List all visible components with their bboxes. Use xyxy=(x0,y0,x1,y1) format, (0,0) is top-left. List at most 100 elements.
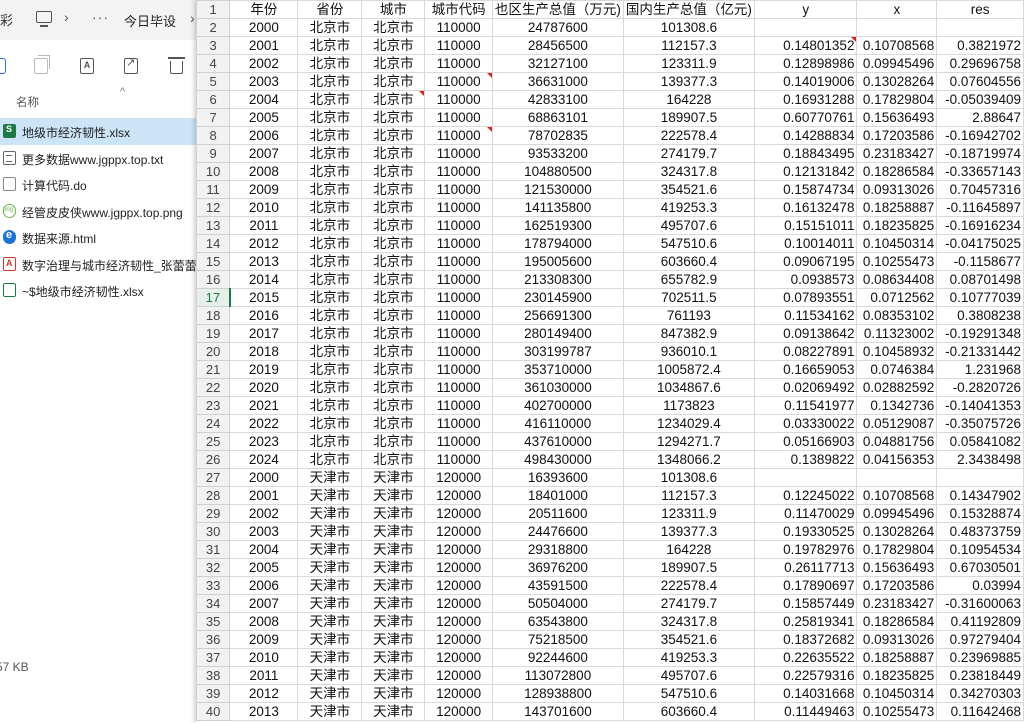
row-header[interactable]: 6 xyxy=(196,90,231,109)
cell-year[interactable]: 2005 xyxy=(229,108,299,127)
column-header-city[interactable]: 城市 xyxy=(361,0,426,19)
cell-national-gdp[interactable]: 495707.6 xyxy=(622,666,755,685)
cell-y[interactable]: 0.15151011 xyxy=(753,216,858,235)
cell-regional-gdp[interactable]: 162519300 xyxy=(491,216,624,235)
cell-province[interactable]: 天津市 xyxy=(297,594,363,613)
cell-city-code[interactable]: 110000 xyxy=(424,450,493,469)
cell-province[interactable]: 北京市 xyxy=(297,324,363,343)
cell-y[interactable]: 0.1389822 xyxy=(753,450,858,469)
cell-res[interactable]: 0.14347902 xyxy=(936,486,1024,505)
cell-res[interactable]: 0.48373759 xyxy=(936,522,1024,541)
cell-national-gdp[interactable]: 222578.4 xyxy=(622,576,755,595)
file-item[interactable]: 计算代码.do xyxy=(0,171,200,198)
cell-regional-gdp[interactable]: 20511600 xyxy=(491,504,624,523)
cell-city-code[interactable]: 110000 xyxy=(424,360,493,379)
cell-national-gdp[interactable]: 112157.3 xyxy=(622,486,755,505)
row-header[interactable]: 32 xyxy=(196,558,231,577)
cell-regional-gdp[interactable]: 24476600 xyxy=(491,522,624,541)
cell-national-gdp[interactable]: 274179.7 xyxy=(622,144,755,163)
cell-national-gdp[interactable]: 123311.9 xyxy=(622,504,755,523)
cell-city[interactable]: 北京市 xyxy=(361,144,426,163)
cell-y[interactable]: 0.15857449 xyxy=(753,594,858,613)
cell-national-gdp[interactable]: 419253.3 xyxy=(622,198,755,217)
cell-year[interactable]: 2014 xyxy=(229,270,299,289)
cell-regional-gdp[interactable]: 195005600 xyxy=(491,252,624,271)
cell-x[interactable] xyxy=(856,468,938,487)
cell-year[interactable]: 2006 xyxy=(229,126,299,145)
cell-province[interactable]: 天津市 xyxy=(297,576,363,595)
cell-province[interactable]: 天津市 xyxy=(297,504,363,523)
cell-national-gdp[interactable]: 139377.3 xyxy=(622,72,755,91)
cell-year[interactable]: 2002 xyxy=(229,504,299,523)
cell-city[interactable]: 天津市 xyxy=(361,504,426,523)
cell-res[interactable]: -0.18719974 xyxy=(936,144,1024,163)
cell-y[interactable]: 0.14288834 xyxy=(753,126,858,145)
cell-city[interactable]: 北京市 xyxy=(361,432,426,451)
cell-x[interactable]: 0.08353102 xyxy=(856,306,938,325)
row-header[interactable]: 21 xyxy=(196,360,231,379)
row-header[interactable]: 4 xyxy=(196,54,231,73)
cell-regional-gdp[interactable]: 416110000 xyxy=(491,414,624,433)
cell-x[interactable]: 0.15636493 xyxy=(856,108,938,127)
cell-city[interactable]: 北京市 xyxy=(361,216,426,235)
cell-city-code[interactable]: 110000 xyxy=(424,162,493,181)
cell-city-code[interactable]: 110000 xyxy=(424,54,493,73)
cell-regional-gdp[interactable]: 68863101 xyxy=(491,108,624,127)
cell-province[interactable]: 北京市 xyxy=(297,270,363,289)
column-header-y[interactable]: y xyxy=(753,0,858,19)
cell-y[interactable]: 0.19782976 xyxy=(753,540,858,559)
cell-x[interactable]: 0.18235825 xyxy=(856,666,938,685)
cell-province[interactable]: 天津市 xyxy=(297,486,363,505)
cell-regional-gdp[interactable]: 121530000 xyxy=(491,180,624,199)
cell-national-gdp[interactable]: 189907.5 xyxy=(622,558,755,577)
cell-res[interactable]: -0.2820726 xyxy=(936,378,1024,397)
cell-national-gdp[interactable]: 547510.6 xyxy=(622,684,755,703)
cell-year[interactable]: 2009 xyxy=(229,180,299,199)
cell-province[interactable]: 北京市 xyxy=(297,450,363,469)
row-header[interactable]: 3 xyxy=(196,36,231,55)
cell-city[interactable]: 北京市 xyxy=(361,162,426,181)
cell-national-gdp[interactable]: 936010.1 xyxy=(622,342,755,361)
cell-regional-gdp[interactable]: 36631000 xyxy=(491,72,624,91)
row-header[interactable]: 1 xyxy=(196,0,231,19)
cell-regional-gdp[interactable]: 361030000 xyxy=(491,378,624,397)
cell-res[interactable]: 0.3808238 xyxy=(936,306,1024,325)
cell-city-code[interactable]: 110000 xyxy=(424,126,493,145)
cell-province[interactable]: 北京市 xyxy=(297,18,363,37)
cell-y[interactable]: 0.22579316 xyxy=(753,666,858,685)
cell-year[interactable]: 2013 xyxy=(229,702,299,721)
cell-city[interactable]: 北京市 xyxy=(361,450,426,469)
cell-y[interactable]: 0.12245022 xyxy=(753,486,858,505)
cell-y[interactable]: 0.14019006 xyxy=(753,72,858,91)
cell-national-gdp[interactable]: 1173823 xyxy=(622,396,755,415)
cell-national-gdp[interactable]: 847382.9 xyxy=(622,324,755,343)
cell-regional-gdp[interactable]: 32127100 xyxy=(491,54,624,73)
cell-city-code[interactable]: 120000 xyxy=(424,558,493,577)
cut-icon[interactable] xyxy=(0,58,6,74)
cell-national-gdp[interactable]: 123311.9 xyxy=(622,54,755,73)
cell-y[interactable]: 0.17890697 xyxy=(753,576,858,595)
cell-regional-gdp[interactable]: 213308300 xyxy=(491,270,624,289)
cell-city[interactable]: 天津市 xyxy=(361,468,426,487)
cell-province[interactable]: 天津市 xyxy=(297,558,363,577)
cell-y[interactable]: 0.19330525 xyxy=(753,522,858,541)
cell-national-gdp[interactable]: 324317.8 xyxy=(622,612,755,631)
delete-icon[interactable] xyxy=(168,57,185,74)
cell-y[interactable]: 0.18372682 xyxy=(753,630,858,649)
cell-x[interactable]: 0.10450314 xyxy=(856,234,938,253)
cell-province[interactable]: 北京市 xyxy=(297,36,363,55)
cell-y[interactable]: 0.07893551 xyxy=(753,288,858,307)
cell-year[interactable]: 2024 xyxy=(229,450,299,469)
cell-province[interactable]: 北京市 xyxy=(297,162,363,181)
cell-x[interactable]: 0.23183427 xyxy=(856,594,938,613)
cell-res[interactable] xyxy=(936,468,1024,487)
cell-city-code[interactable]: 120000 xyxy=(424,504,493,523)
cell-x[interactable]: 0.18235825 xyxy=(856,216,938,235)
cell-y[interactable]: 0.03330022 xyxy=(753,414,858,433)
cell-x[interactable]: 0.0712562 xyxy=(856,288,938,307)
cell-city[interactable]: 北京市 xyxy=(361,414,426,433)
cell-res[interactable]: -0.1158677 xyxy=(936,252,1024,271)
cell-city[interactable]: 天津市 xyxy=(361,702,426,721)
cell-province[interactable]: 北京市 xyxy=(297,288,363,307)
cell-y[interactable]: 0.16931288 xyxy=(753,90,858,109)
